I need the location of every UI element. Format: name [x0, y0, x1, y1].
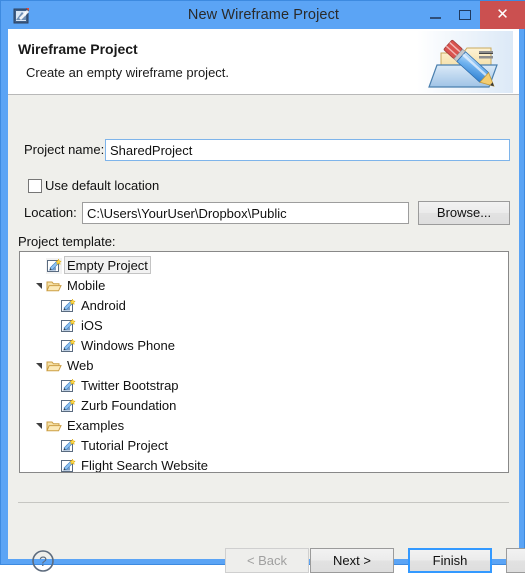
tree-item-label: iOS: [81, 318, 103, 333]
folder-open-icon: [46, 358, 62, 374]
location-input[interactable]: [82, 202, 409, 224]
maximize-button[interactable]: [450, 1, 480, 29]
pencil-folder-icon: [417, 31, 513, 93]
project-name-label: Project name:: [24, 142, 105, 157]
tree-item[interactable]: Flight Search Website: [20, 456, 508, 473]
tree-item[interactable]: Android: [20, 296, 508, 316]
folder-open-icon: [46, 278, 62, 294]
use-default-location-checkbox[interactable]: [28, 179, 42, 193]
wireframe-new-icon: [60, 298, 76, 314]
tree-item-label: Zurb Foundation: [81, 398, 177, 413]
minimize-icon: [430, 17, 441, 19]
next-button[interactable]: Next >: [310, 548, 394, 573]
tree-item-label: Windows Phone: [81, 338, 175, 353]
tree-item[interactable]: Empty Project: [20, 256, 508, 276]
help-question-icon[interactable]: ?: [31, 549, 55, 573]
back-button[interactable]: < Back: [225, 548, 309, 573]
tree-item-label: Web: [67, 358, 94, 373]
dialog-client-area: Wireframe Project Create an empty wirefr…: [8, 29, 525, 573]
project-template-tree[interactable]: Empty Project Mobile Android iOS Windows Pho…: [19, 251, 509, 473]
close-button[interactable]: ✕: [480, 1, 525, 29]
footer-separator: [18, 502, 509, 503]
tree-item[interactable]: Twitter Bootstrap: [20, 376, 508, 396]
wireframe-new-icon: [60, 438, 76, 454]
maximize-icon: [459, 10, 471, 20]
svg-text:?: ?: [39, 553, 47, 569]
tree-item-label: Android: [81, 298, 126, 313]
dialog-header: Wireframe Project Create an empty wirefr…: [8, 29, 519, 95]
wireframe-new-icon: [60, 458, 76, 472]
page-title: Wireframe Project: [18, 41, 138, 57]
minimize-button[interactable]: [420, 1, 450, 29]
wireframe-new-icon: [60, 398, 76, 414]
close-icon: ✕: [496, 6, 509, 23]
wireframe-new-icon: [60, 318, 76, 334]
tree-expand-arrow-icon[interactable]: [34, 416, 44, 436]
browse-button[interactable]: Browse...: [418, 201, 510, 225]
tree-item-label: Tutorial Project: [81, 438, 168, 453]
tree-item-label: Empty Project: [64, 256, 151, 274]
tree-item[interactable]: Examples: [20, 416, 508, 436]
folder-open-icon: [46, 418, 62, 434]
tree-item[interactable]: Tutorial Project: [20, 436, 508, 456]
tree-item-label: Mobile: [67, 278, 106, 293]
tree-item-label: Examples: [67, 418, 125, 433]
tree-item[interactable]: iOS: [20, 316, 508, 336]
tree-item[interactable]: Windows Phone: [20, 336, 508, 356]
location-label: Location:: [24, 205, 77, 220]
wireframe-new-icon: [60, 338, 76, 354]
tree-item[interactable]: Mobile: [20, 276, 508, 296]
tree-item-label: Flight Search Website: [81, 458, 208, 473]
finish-button[interactable]: Finish: [408, 548, 492, 573]
tree-item[interactable]: Zurb Foundation: [20, 396, 508, 416]
wireframe-new-icon: [60, 378, 76, 394]
cancel-button[interactable]: Cancel: [506, 548, 525, 573]
page-description: Create an empty wireframe project.: [26, 65, 230, 80]
tree-expand-arrow-icon[interactable]: [34, 356, 44, 376]
tree-expand-arrow-icon[interactable]: [34, 276, 44, 296]
use-default-location-label: Use default location: [45, 178, 160, 193]
wireframe-new-icon: [46, 258, 62, 274]
dialog-window: New Wireframe Project ✕ Wireframe Projec…: [0, 0, 525, 573]
project-template-label: Project template:: [18, 234, 116, 249]
title-bar[interactable]: New Wireframe Project ✕: [1, 1, 525, 29]
tree-item[interactable]: Web: [20, 356, 508, 376]
tree-item-label: Twitter Bootstrap: [81, 378, 179, 393]
project-name-input[interactable]: [105, 139, 510, 161]
